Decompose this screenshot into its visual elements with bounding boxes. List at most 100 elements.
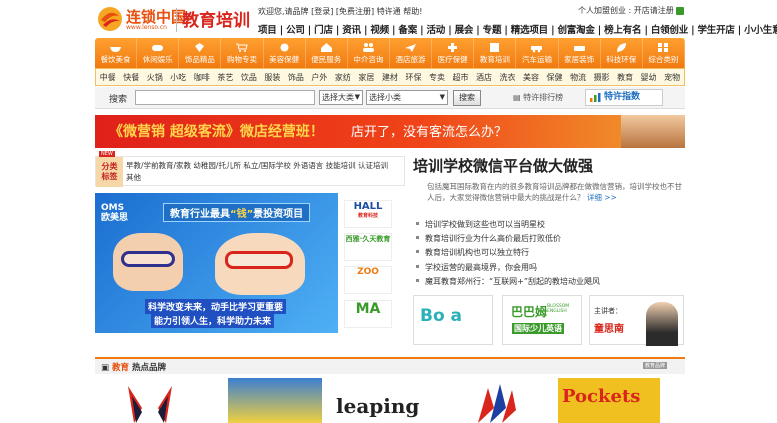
category-link[interactable]: 环保: [405, 72, 421, 83]
category-link[interactable]: 超市: [452, 72, 468, 83]
register-link[interactable]: [免费注册]: [336, 7, 374, 16]
goggles-icon: [121, 251, 175, 267]
nav-item[interactable]: 科技环保: [601, 38, 643, 68]
category-link[interactable]: 洗衣: [500, 72, 516, 83]
news-item[interactable]: 魔耳教育郑州行：“互联网+”刮起的教培动业飓风: [414, 275, 684, 289]
rank-icon: ▤: [513, 93, 524, 102]
select-major[interactable]: 选择大类 ▼: [319, 90, 363, 105]
hot-brand-4[interactable]: [468, 378, 528, 423]
nav-item[interactable]: 便民服务: [306, 38, 348, 68]
nav-item[interactable]: 医疗保健: [432, 38, 475, 68]
category-link[interactable]: 宠物: [664, 72, 680, 83]
nav-item[interactable]: 饰品精品: [179, 38, 222, 68]
brand-card-boa[interactable]: Bo a: [413, 295, 493, 345]
category-link[interactable]: 服装: [264, 72, 280, 83]
ad-title-prefix: 教育行业最具: [170, 209, 230, 220]
category-link[interactable]: 小吃: [170, 72, 186, 83]
register-icon[interactable]: [676, 6, 685, 15]
nav-item[interactable]: 家居装饰: [559, 38, 601, 68]
category-row: 中餐 快餐 火锅 小吃 咖啡 茶艺 饮品 服装 饰品 户外 家纺 家居 建材 环保 专卖 超市 酒店 洗衣 美容 保健…: [95, 68, 685, 86]
category-link[interactable]: 家纺: [335, 72, 351, 83]
headline-more-link[interactable]: 详细 >>: [587, 193, 617, 202]
top-nav[interactable]: 项目 | 公司 | 门店 | 资讯 | 视频 | 备案 | 活动 | 展会 | …: [258, 22, 777, 36]
hot-brand-leaping[interactable]: leaping: [336, 378, 422, 423]
flower-icon: [280, 43, 289, 51]
hot-brand-2[interactable]: [228, 378, 322, 423]
select-major-value: 选择大类: [322, 93, 354, 102]
bullet-icon: [416, 250, 419, 254]
brand-card-blossom[interactable]: 巴巴姆 BLOSSOM ENGLISH 国际少儿英语: [502, 295, 582, 345]
category-links[interactable]: 早教/学前教育/家教 幼稚园/托儿所 私立/国际学校 外语语言 技能培训 认证培…: [126, 160, 396, 184]
nav-item[interactable]: 汽车运输: [516, 38, 559, 68]
category-link[interactable]: 建材: [382, 72, 398, 83]
search-button[interactable]: 搜索: [453, 90, 481, 106]
hot-title-prefix: 教育: [112, 363, 130, 373]
rank-link[interactable]: ▤ 特许排行榜: [513, 92, 563, 103]
category-link[interactable]: 家居: [358, 72, 374, 83]
rabbit-ears-icon: [128, 386, 172, 423]
category-link[interactable]: 中餐: [100, 72, 116, 83]
nav-item[interactable]: 教育培训: [474, 38, 517, 68]
nav-item-label: 家居装饰: [564, 54, 595, 64]
category-link[interactable]: 饮品: [241, 72, 257, 83]
special-link[interactable]: 特许通: [377, 7, 401, 16]
welcome-bar: 欢迎您,请品牌 [登录] [免费注册] 特许通 帮助!: [258, 6, 422, 17]
promo-banner[interactable]: 《微营销 超级客流》微店经营班！ 店开了，没有客流怎么办？: [95, 115, 685, 148]
category-link[interactable]: 摄影: [594, 72, 610, 83]
side-logo-ma[interactable]: MA: [344, 300, 392, 328]
news-item[interactable]: 教育培训行业为什么高价最后打败低价: [414, 232, 684, 246]
category-link[interactable]: 保健: [547, 72, 563, 83]
hot-brands-header: ▣ 教育 热点品牌 教育品牌: [95, 357, 685, 374]
category-link[interactable]: 咖啡: [194, 72, 210, 83]
news-item-title: 魔耳教育郑州行：“互联网+”刮起的教培动业飓风: [425, 276, 600, 286]
join-bar[interactable]: 个人加盟创业 : 开店请注册: [578, 5, 685, 16]
category-link[interactable]: 婴幼: [641, 72, 657, 83]
nav-item[interactable]: 休闲娱乐: [137, 38, 180, 68]
category-link[interactable]: 快餐: [123, 72, 139, 83]
side-logo-xiya[interactable]: 西雅·久天教育: [344, 233, 392, 261]
nav-item[interactable]: 餐饮美食: [95, 38, 138, 68]
category-link[interactable]: 火锅: [147, 72, 163, 83]
plane-icon: [405, 43, 417, 52]
side-logo-zoo[interactable]: ZOO: [344, 266, 392, 294]
doc-icon: ▣: [101, 363, 112, 373]
brand-card-speaker[interactable]: 主讲者： 童思南: [589, 295, 684, 346]
category-link[interactable]: 饰品: [288, 72, 304, 83]
category-link[interactable]: 专卖: [429, 72, 445, 83]
hot-brand-pockets[interactable]: Pockets: [558, 378, 660, 423]
select-minor[interactable]: 选择小类 ▼: [366, 90, 448, 105]
nav-item[interactable]: 美容保健: [264, 38, 306, 68]
category-link[interactable]: 教育: [617, 72, 633, 83]
welcome-text: 欢迎您,请品牌: [258, 7, 309, 16]
logo-icon[interactable]: [97, 6, 123, 32]
news-list: 培训学校做到这些也可以当明星校 教育培训行业为什么高价最后打败低价教育培训机构也可…: [414, 218, 684, 289]
nav-item[interactable]: 购物专卖: [221, 38, 264, 68]
pockets-logo: Pockets: [562, 386, 641, 407]
help-link[interactable]: 帮助!: [403, 7, 422, 16]
join-text[interactable]: 个人加盟创业 : 开店请注册: [578, 6, 674, 15]
search-input[interactable]: [135, 90, 315, 105]
news-item[interactable]: 培训学校做到这些也可以当明星校: [414, 218, 684, 232]
news-item[interactable]: 教育培训机构也可以独立特行: [414, 246, 684, 260]
gem-icon: [195, 42, 205, 52]
blossom-en: BLOSSOM ENGLISH: [547, 304, 570, 314]
side-logo-hall[interactable]: HALL 教育科技: [344, 200, 392, 228]
hot-brands-more[interactable]: 教育品牌: [643, 362, 668, 369]
index-link[interactable]: 特许指数: [585, 89, 663, 106]
category-link[interactable]: 酒店: [476, 72, 492, 83]
hot-brand-1[interactable]: [120, 378, 180, 423]
headline-title[interactable]: 培训学校微信平台做大做强: [413, 155, 593, 176]
login-link[interactable]: [登录]: [311, 7, 333, 16]
nav-item[interactable]: 综合类别: [643, 38, 685, 68]
news-item[interactable]: 学校运营的最高境界，你会用吗: [414, 261, 684, 275]
nav-item[interactable]: 中介咨询: [348, 38, 390, 68]
news-item-title: 教育培训机构也可以独立特行: [425, 248, 529, 258]
nav-item-label: 便民服务: [311, 54, 342, 64]
category-link[interactable]: 物流: [570, 72, 586, 83]
category-link[interactable]: 茶艺: [217, 72, 233, 83]
nav-item[interactable]: 酒店旅游: [390, 38, 433, 68]
category-link[interactable]: 美容: [523, 72, 539, 83]
category-link[interactable]: 户外: [311, 72, 327, 83]
oms-ad[interactable]: OMS 欧美思 教育行业最具“钱”景投资项目 科学改变未来，动手比学习更重要 能…: [95, 193, 338, 333]
cart-icon: [236, 43, 249, 52]
